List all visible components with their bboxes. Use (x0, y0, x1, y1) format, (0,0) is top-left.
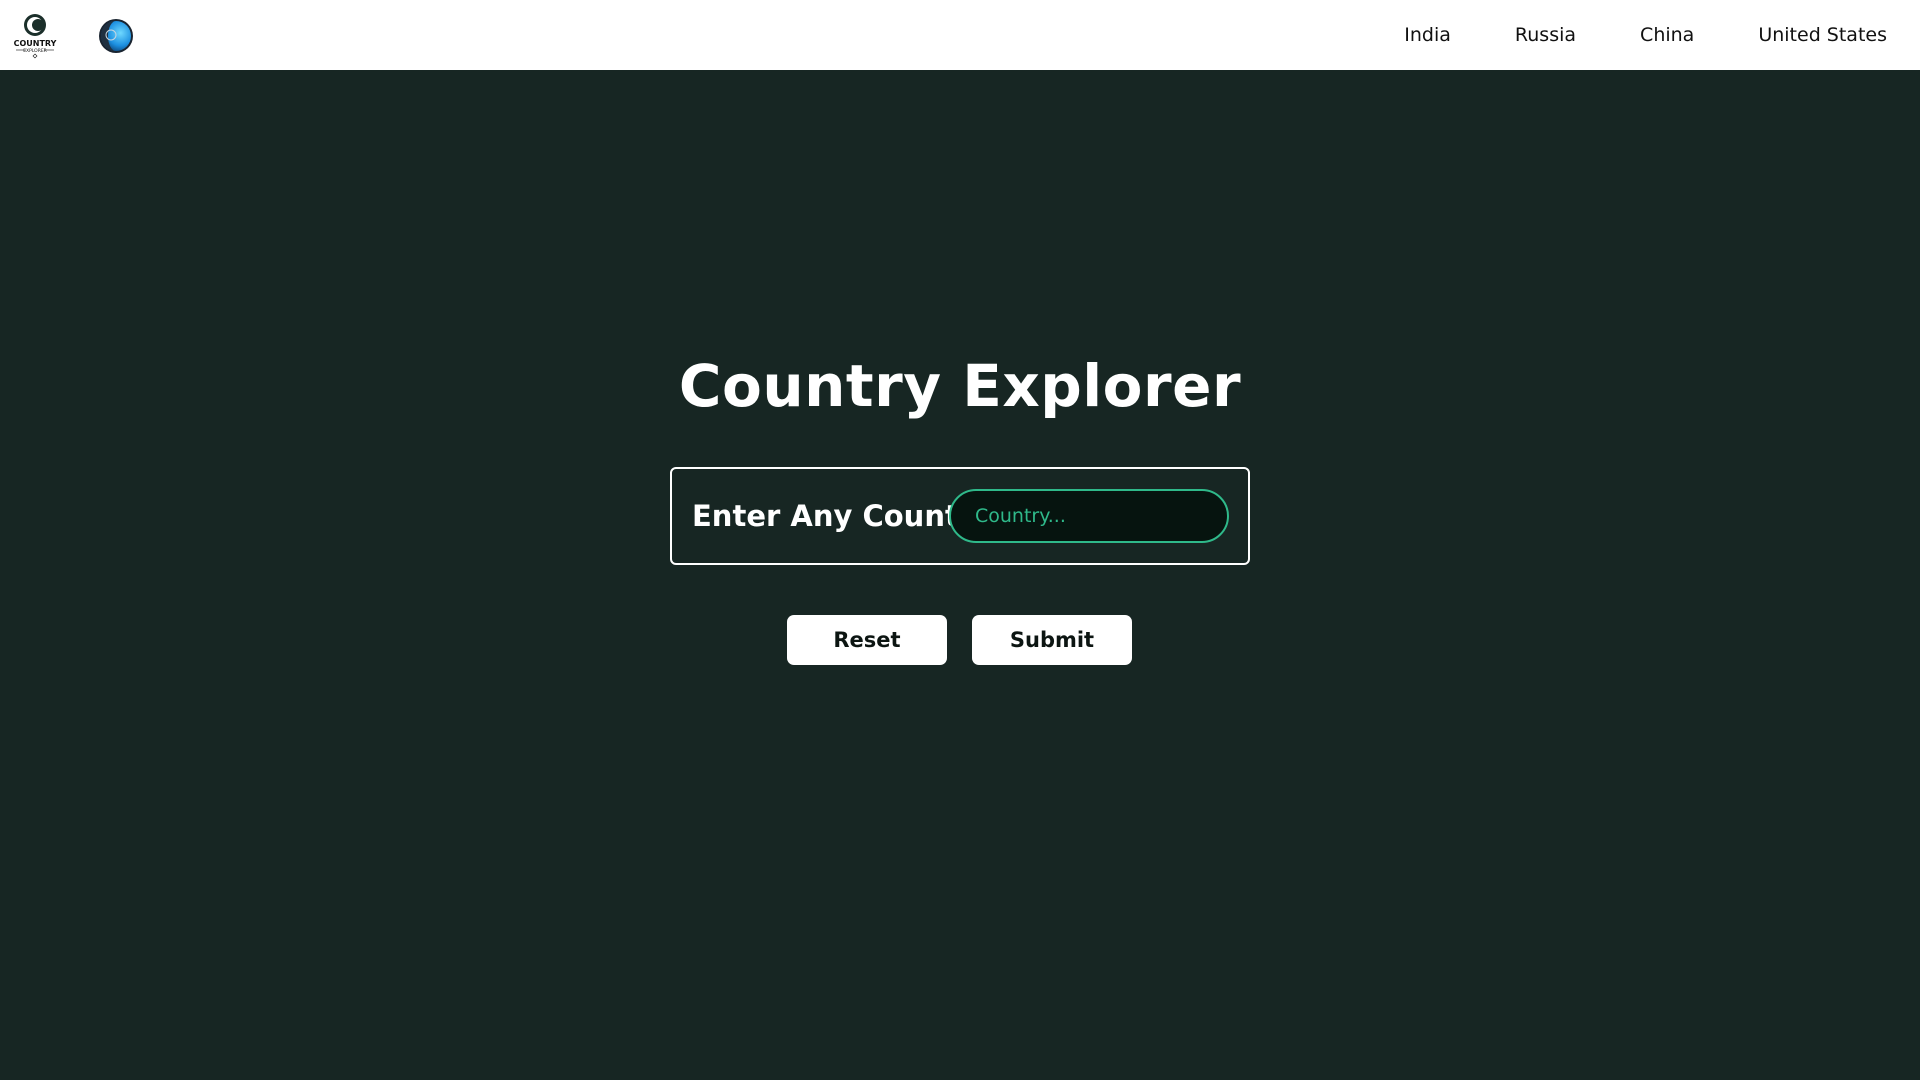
nav-links: India Russia China United States (1404, 0, 1887, 70)
nav-link-russia[interactable]: Russia (1515, 24, 1576, 46)
submit-button[interactable]: Submit (972, 615, 1132, 665)
svg-text:EXPLORER: EXPLORER (23, 48, 47, 54)
main-content: Country Explorer Enter Any Country Reset… (0, 70, 1920, 1080)
nav-link-united-states[interactable]: United States (1758, 24, 1887, 46)
nav-link-china[interactable]: China (1640, 24, 1694, 46)
country-form: Enter Any Country (670, 467, 1250, 565)
country-input[interactable] (949, 489, 1229, 543)
svg-text:COUNTRY: COUNTRY (14, 39, 57, 48)
globe-icon[interactable] (98, 18, 134, 54)
page-title: Country Explorer (678, 352, 1242, 420)
country-explorer-logo[interactable]: COUNTRY EXPLORER (10, 12, 60, 60)
reset-button[interactable]: Reset (787, 615, 947, 665)
navbar: COUNTRY EXPLORER India Russia China Unit… (0, 0, 1920, 70)
nav-link-india[interactable]: India (1404, 24, 1451, 46)
country-input-label: Enter Any Country (692, 499, 993, 533)
